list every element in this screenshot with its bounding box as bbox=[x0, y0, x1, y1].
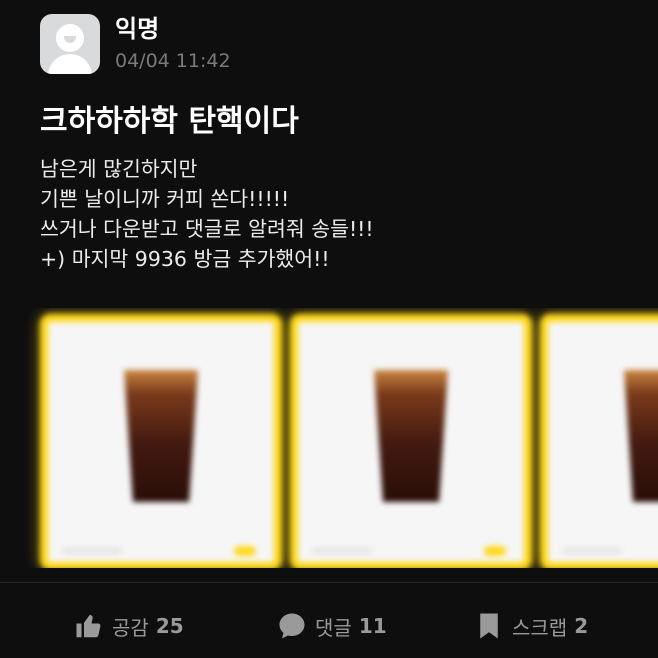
post-header: 익명 04/04 11:42 bbox=[40, 13, 231, 75]
coupon-image[interactable] bbox=[540, 314, 658, 568]
post-body-line: 남은게 많긴하지만 bbox=[40, 157, 198, 181]
coupon-image[interactable] bbox=[290, 314, 532, 568]
like-count: 25 bbox=[155, 614, 184, 638]
comment-button[interactable]: 댓글 11 bbox=[277, 611, 387, 641]
avatar[interactable] bbox=[40, 14, 100, 74]
speech-bubble-icon bbox=[279, 613, 305, 639]
post-body: 남은게 많긴하지만 기쁜 날이니까 커피 쏜다!!!!! 쓰거나 다운받고 댓글… bbox=[40, 154, 374, 274]
post-body-line: +) 마지막 9936 방금 추가했어!! bbox=[40, 247, 330, 271]
comment-count: 11 bbox=[358, 614, 387, 638]
post-title: 크하하하학 탄핵이다 bbox=[40, 104, 299, 139]
coffee-cup-image bbox=[624, 370, 658, 502]
coupon-image[interactable] bbox=[40, 314, 282, 568]
like-label: 공감 bbox=[112, 615, 149, 640]
post-timestamp: 04/04 11:42 bbox=[115, 50, 231, 72]
thumbs-up-icon bbox=[76, 614, 101, 638]
scrap-count: 2 bbox=[574, 614, 589, 638]
author-name[interactable]: 익명 bbox=[115, 14, 231, 44]
coffee-cup-image bbox=[124, 370, 198, 502]
like-button[interactable]: 공감 25 bbox=[74, 611, 184, 641]
scrap-label: 스크랩 bbox=[512, 615, 568, 640]
comment-label: 댓글 bbox=[315, 615, 352, 640]
action-bar: 공감 25 댓글 11 스크랩 2 bbox=[0, 583, 658, 658]
post-body-line: 쓰거나 다운받고 댓글로 알려줘 송들!!! bbox=[40, 217, 374, 241]
bookmark-icon bbox=[480, 613, 498, 639]
post-body-line: 기쁜 날이니까 커피 쏜다!!!!! bbox=[40, 187, 290, 211]
scrap-button[interactable]: 스크랩 2 bbox=[474, 611, 588, 641]
coffee-cup-image bbox=[374, 370, 448, 502]
post-meta: 익명 04/04 11:42 bbox=[115, 14, 231, 74]
image-gallery[interactable] bbox=[0, 308, 658, 568]
